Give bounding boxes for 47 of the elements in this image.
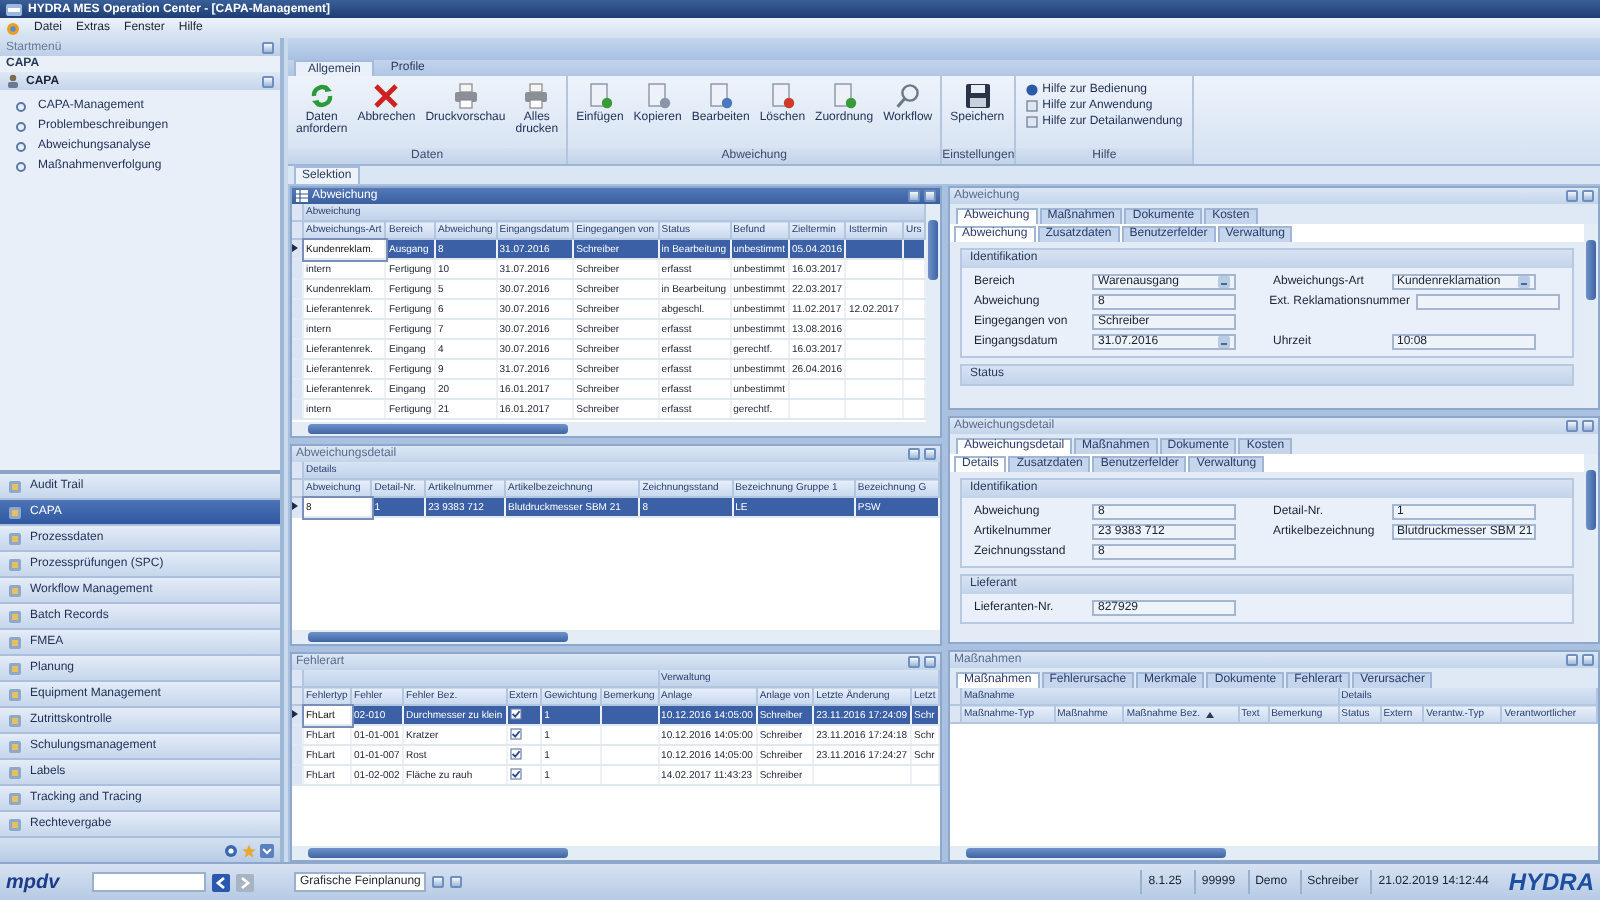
input-field[interactable]	[1416, 294, 1560, 310]
back-arrow-icon[interactable]	[212, 873, 230, 891]
grid-icon	[296, 190, 308, 202]
input-field[interactable]	[92, 872, 206, 892]
vertical-scrollbar[interactable]	[926, 204, 940, 422]
pin-button[interactable]	[262, 41, 274, 53]
horizontal-scrollbar[interactable]	[292, 630, 940, 644]
row-pointer-icon	[292, 709, 298, 717]
circle-icon	[16, 141, 26, 151]
printer-icon	[451, 82, 480, 110]
horizontal-scrollbar[interactable]	[292, 846, 940, 860]
app-menu-icon[interactable]	[6, 21, 20, 35]
cross-icon	[372, 82, 401, 110]
refresh-icon	[307, 82, 336, 110]
printer-icon	[522, 82, 551, 110]
app-icon	[6, 3, 22, 15]
dropdown-button-icon	[1517, 276, 1529, 288]
checked-box-icon[interactable]	[509, 767, 522, 779]
document-icon	[585, 82, 614, 110]
vertical-scrollbar[interactable]	[1584, 454, 1598, 642]
globe-icon[interactable]	[224, 843, 238, 857]
forward-arrow-icon[interactable]	[236, 873, 254, 891]
circle-icon	[16, 101, 26, 111]
document-icon	[768, 82, 797, 110]
chevron-down-icon[interactable]	[260, 843, 274, 857]
vertical-scrollbar[interactable]	[1584, 224, 1598, 408]
checked-box-icon[interactable]	[509, 747, 522, 759]
row-pointer-icon	[292, 501, 298, 509]
document-icon	[706, 82, 735, 110]
checked-box-icon[interactable]	[509, 727, 522, 739]
horizontal-scrollbar[interactable]	[292, 422, 940, 436]
save-icon	[963, 82, 992, 110]
dropdown-button-icon	[1218, 276, 1230, 288]
checked-box-icon[interactable]	[509, 707, 522, 719]
row-pointer-icon	[292, 243, 298, 251]
horizontal-scrollbar[interactable]	[950, 846, 1598, 860]
document-icon	[643, 82, 672, 110]
circle-icon	[16, 121, 26, 131]
collapse-button[interactable]	[262, 75, 274, 87]
circle-icon	[16, 161, 26, 171]
dropdown-button-icon	[1218, 336, 1230, 348]
company-logo: mpdv	[6, 871, 62, 893]
brand-logo: HYDRA	[1508, 868, 1594, 896]
document-icon	[830, 82, 859, 110]
search-icon	[893, 82, 922, 110]
star-icon[interactable]	[242, 843, 256, 857]
person-icon	[6, 74, 20, 88]
